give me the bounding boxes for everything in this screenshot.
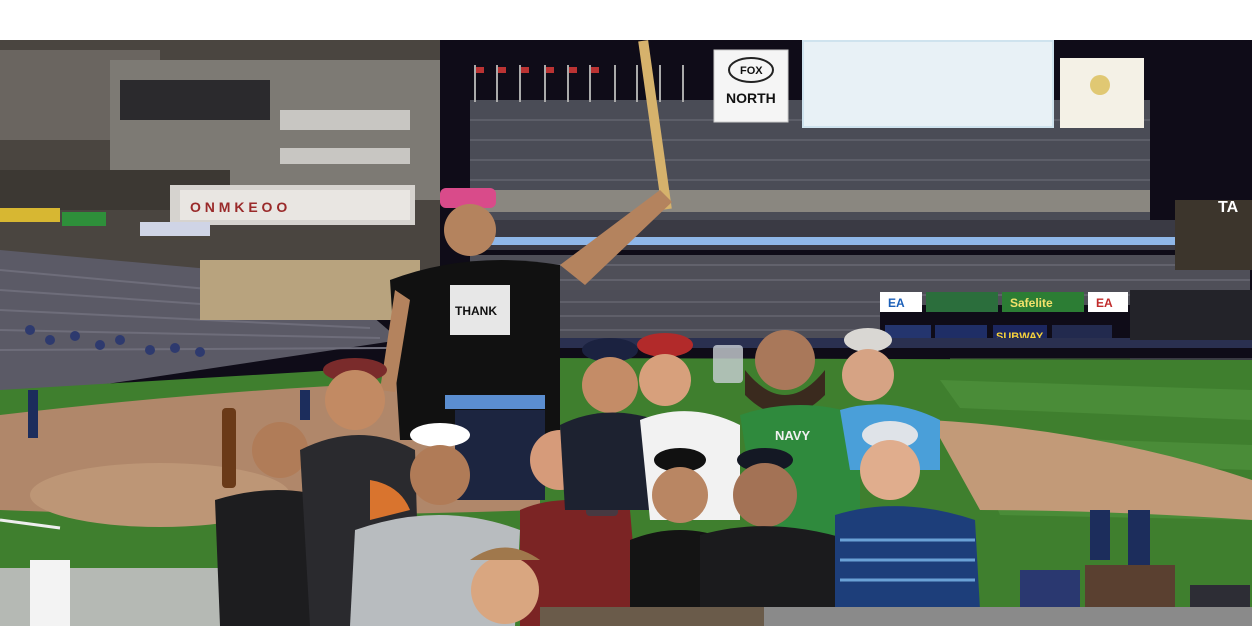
ea-right-ad: EA — [1096, 296, 1113, 310]
bottom-brown-strip — [540, 607, 764, 626]
right-edge-text: TA — [1218, 199, 1239, 216]
man-glasses-front — [470, 547, 540, 624]
stadium-letters-row: O N M K E O O — [180, 190, 410, 220]
mid-banner-ad: Safelite — [1010, 296, 1053, 310]
right-edge-building: TA — [1175, 199, 1252, 270]
letters-row-text: O N M K E O O — [190, 199, 287, 215]
fox-sports-north-sign: FOX NORTH — [713, 49, 789, 123]
ea-left-ad: EA — [888, 296, 905, 310]
stadium-group-photo: O N M K E O O FOX NORTH TA EA Safelite E… — [0, 40, 1252, 626]
green-shirt-text: NAVY — [775, 428, 810, 443]
fox-sign-bottom: NORTH — [726, 90, 776, 106]
center-shirt-text: THANK — [455, 304, 497, 318]
fox-sign-top: FOX — [740, 65, 763, 77]
